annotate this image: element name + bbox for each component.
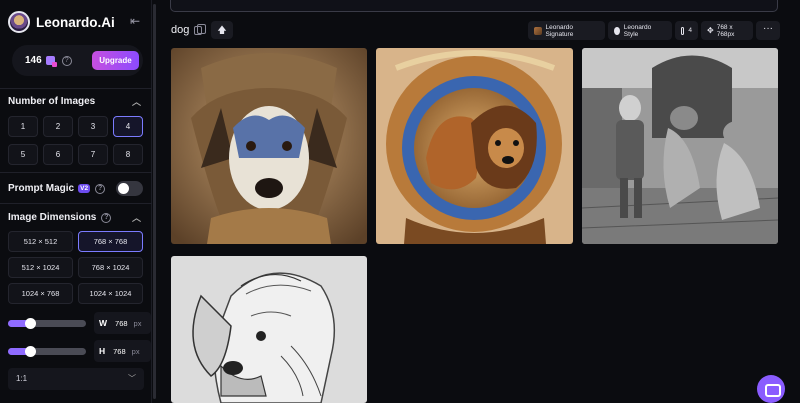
- collapse-sidebar-icon[interactable]: ⇤: [128, 14, 142, 28]
- dogs-in-globe-image: [376, 48, 573, 244]
- dimensions-help-icon[interactable]: ?: [101, 212, 112, 223]
- drop-icon: [614, 26, 620, 35]
- more-options-button[interactable]: ···: [756, 21, 780, 40]
- app-root: Leonardo.Ai ⇤ 146 ? Upgrade Number of Im…: [0, 0, 800, 403]
- number-of-images-grid: 1 2 3 4 5 6 7 8: [8, 116, 144, 165]
- image-count-option[interactable]: 2: [43, 116, 73, 137]
- model-thumbnail-icon: [534, 26, 542, 35]
- prompt-magic-toggle[interactable]: [116, 181, 143, 196]
- dimension-option-selected[interactable]: 768 × 768: [78, 231, 143, 252]
- height-unit: px: [131, 346, 140, 356]
- width-slider[interactable]: [8, 318, 86, 329]
- dog-sketch-image: [171, 256, 367, 403]
- upgrade-button[interactable]: Upgrade: [92, 51, 139, 70]
- size-chip[interactable]: ✥ 768 x 768px: [701, 21, 753, 40]
- aspect-ratio-value: 1:1: [16, 374, 28, 383]
- sidebar: Leonardo.Ai ⇤ 146 ? Upgrade Number of Im…: [0, 0, 152, 403]
- height-label: H: [99, 346, 106, 356]
- image-count: 4: [688, 27, 692, 34]
- reuse-prompt-button[interactable]: 🡅: [211, 21, 233, 39]
- chevron-up-icon: ︿: [131, 97, 141, 107]
- generated-image[interactable]: [582, 48, 778, 244]
- generation-toolbar: dog 🡅 Leonardo Signature Leonardo Style …: [170, 21, 780, 40]
- image-count-option[interactable]: 3: [78, 116, 108, 137]
- section-title: Prompt Magic: [8, 183, 75, 194]
- dimension-option[interactable]: 512 × 512: [8, 231, 73, 252]
- image-count-chip[interactable]: 4: [675, 21, 698, 40]
- prompt-magic-row: Prompt Magic V2 ?: [8, 183, 106, 194]
- brand-logo-icon: [8, 11, 30, 33]
- image-count-option[interactable]: 6: [43, 144, 73, 165]
- aspect-ratio-select[interactable]: 1:1 ﹀: [8, 368, 144, 390]
- dimension-option[interactable]: 1024 × 768: [8, 283, 73, 304]
- dimension-option[interactable]: 768 × 1024: [78, 257, 143, 278]
- credit-count: 146: [25, 55, 42, 66]
- divider: [0, 203, 152, 204]
- image-dimensions-grid: 512 × 512 768 × 768 512 × 1024 768 × 102…: [8, 231, 144, 304]
- credits-help-icon[interactable]: ?: [61, 55, 72, 66]
- model-name: Leonardo Signature: [545, 23, 574, 38]
- section-title: Number of Images: [8, 96, 96, 107]
- height-value: 768: [113, 346, 126, 356]
- chevron-down-icon: ﹀: [128, 374, 136, 383]
- images-icon: [681, 26, 685, 35]
- image-count-option[interactable]: 8: [113, 144, 143, 165]
- dogs-with-knight-bw-image: [582, 48, 778, 244]
- dog-armor-portrait-image: [171, 48, 367, 244]
- width-slider-thumb[interactable]: [25, 318, 36, 329]
- width-label: W: [99, 318, 108, 328]
- model-chip[interactable]: Leonardo Signature: [528, 21, 605, 40]
- number-of-images-header[interactable]: Number of Images ︿: [8, 96, 144, 107]
- generated-image[interactable]: [376, 48, 573, 244]
- image-count-option[interactable]: 7: [78, 144, 108, 165]
- generation-prompt: dog: [171, 24, 190, 36]
- height-slider[interactable]: [8, 346, 86, 357]
- width-value: 768: [115, 318, 128, 328]
- section-title: Image Dimensions: [8, 212, 97, 223]
- image-count-option[interactable]: 5: [8, 144, 38, 165]
- dimension-option[interactable]: 512 × 1024: [8, 257, 73, 278]
- height-slider-thumb[interactable]: [25, 346, 36, 357]
- credits-box: 146 ? Upgrade: [12, 45, 143, 76]
- chevron-up-icon: ︿: [131, 213, 141, 223]
- height-control: H 768 px: [8, 340, 151, 362]
- version-badge: V2: [78, 184, 91, 193]
- style-chip[interactable]: Leonardo Style: [608, 21, 672, 40]
- width-control: W 768 px: [8, 312, 151, 334]
- divider: [0, 88, 152, 89]
- image-count-option-selected[interactable]: 4: [113, 116, 143, 137]
- resize-icon: ✥: [707, 26, 714, 35]
- image-count-option[interactable]: 1: [8, 116, 38, 137]
- copy-icon[interactable]: [194, 24, 206, 35]
- height-field[interactable]: H 768 px: [94, 340, 151, 362]
- generated-image[interactable]: [171, 256, 367, 403]
- brand-row: Leonardo.Ai ⇤: [8, 9, 144, 35]
- dimension-option[interactable]: 1024 × 1024: [78, 283, 143, 304]
- image-size: 768 x 768px: [716, 23, 735, 38]
- divider: [0, 172, 152, 173]
- style-name: Leonardo Style: [623, 23, 652, 38]
- generated-image[interactable]: [171, 48, 367, 244]
- prompt-magic-help-icon[interactable]: ?: [95, 183, 106, 194]
- token-icon: [45, 56, 57, 67]
- image-dimensions-header[interactable]: Image Dimensions ? ︿: [8, 212, 144, 223]
- prompt-input-bottom-edge[interactable]: [170, 0, 778, 12]
- width-unit: px: [133, 318, 142, 328]
- brand-name: Leonardo.Ai: [36, 14, 115, 30]
- width-field[interactable]: W 768 px: [94, 312, 151, 334]
- sidebar-scrollbar[interactable]: [153, 4, 156, 399]
- chat-support-icon[interactable]: [757, 375, 785, 403]
